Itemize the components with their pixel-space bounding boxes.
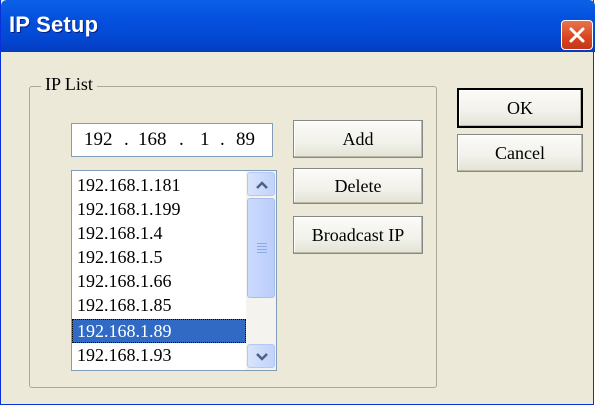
list-item-selected[interactable]: 192.168.1.89 [72,319,246,343]
thumb-grip [257,252,267,253]
add-button[interactable]: Add [293,120,423,158]
add-button-label: Add [342,129,374,149]
ip-dot-separator: . [220,129,225,150]
scroll-down-button[interactable] [247,344,275,368]
list-item[interactable]: 192.168.1.4 [72,221,246,245]
broadcast-ip-button[interactable]: Broadcast IP [293,216,423,254]
list-item[interactable]: 192.168.1.181 [72,173,246,197]
thumb-grip [257,249,267,250]
scroll-thumb[interactable] [247,198,275,298]
ip-dot-separator: . [179,129,184,150]
list-item[interactable]: 192.168.1.66 [72,269,246,293]
cancel-button[interactable]: Cancel [457,134,583,172]
close-icon [569,27,585,43]
list-item[interactable]: 192.168.1.5 [72,245,246,269]
ip-address-input[interactable]: 192 . 168 . 1 . 89 [71,123,273,157]
delete-button[interactable]: Delete [293,168,423,204]
title-bar[interactable]: IP Setup [1,0,595,52]
window-title: IP Setup [9,12,99,37]
ok-button[interactable]: OK [457,88,583,128]
chevron-down-icon [256,353,268,361]
scroll-up-button[interactable] [247,172,275,196]
chevron-up-icon [256,181,268,189]
list-item[interactable]: 192.168.1.85 [72,293,246,317]
broadcast-ip-button-label: Broadcast IP [311,225,405,245]
ip-octet-4[interactable]: 89 [236,129,255,151]
list-item[interactable]: 192.168.1.93 [72,343,246,367]
list-item[interactable]: 192.168.1.199 [72,197,246,221]
thumb-grip [257,246,267,247]
ip-dot-separator: . [124,129,129,150]
list-scrollbar[interactable] [246,171,276,370]
cancel-button-label: Cancel [495,143,545,163]
ip-list[interactable]: 192.168.1.181 192.168.1.199 192.168.1.4 … [71,170,277,371]
ip-list-group-label: IP List [41,74,97,95]
thumb-grip [257,243,267,244]
ip-setup-dialog: IP Setup IP List 192 . 168 . 1 . 89 192.… [0,0,595,405]
close-button[interactable] [561,20,593,50]
ip-octet-1[interactable]: 192 [84,129,113,151]
ok-button-label: OK [507,98,533,118]
delete-button-label: Delete [334,176,382,196]
ip-octet-3[interactable]: 1 [200,129,210,151]
ip-octet-2[interactable]: 168 [138,129,167,151]
